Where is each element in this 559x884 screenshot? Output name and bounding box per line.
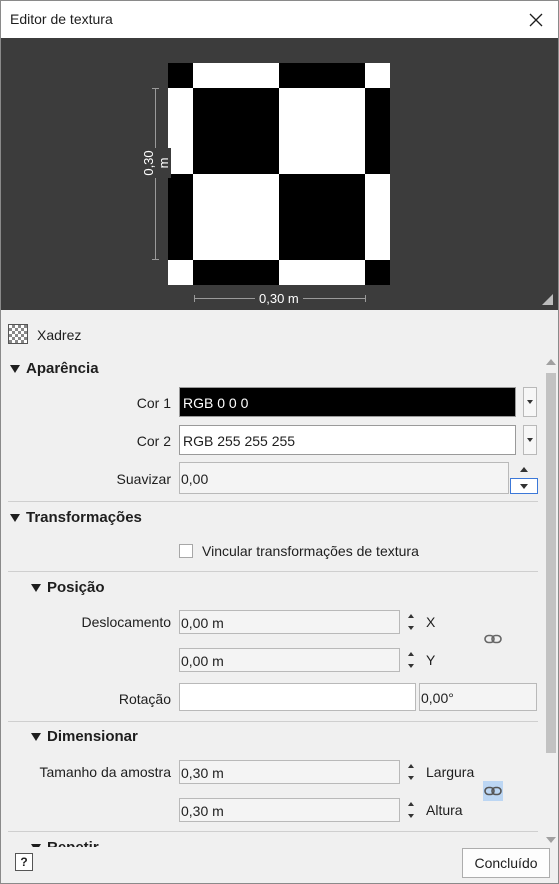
window-title: Editor de textura (10, 11, 113, 27)
arrow-up-icon (408, 614, 414, 618)
color2-dropdown-button[interactable] (523, 425, 537, 455)
properties-panel: Aparência Cor 1 RGB 0 0 0 Cor 2 RGB 255 … (1, 355, 542, 847)
close-icon[interactable] (521, 5, 551, 35)
collapse-triangle-icon (10, 364, 20, 373)
stepper-up-button[interactable] (402, 648, 420, 660)
stepper-down-button[interactable] (402, 810, 420, 822)
stepper-up-button[interactable] (402, 798, 420, 810)
sample-size-label: Tamanho da amostra (39, 764, 171, 780)
height-axis-label: Altura (426, 802, 463, 818)
sample-height-stepper[interactable] (402, 798, 420, 822)
texture-type-row: Xadrez (1, 311, 558, 355)
color1-dropdown-button[interactable] (523, 387, 537, 417)
rotation-label: Rotação (118, 691, 171, 707)
sample-width-input[interactable]: 0,30 m (179, 760, 400, 784)
axis-y-label: Y (426, 652, 436, 668)
rotation-input[interactable]: 0,00° (419, 683, 537, 711)
resize-grip-icon[interactable] (542, 294, 553, 305)
offset-y-input[interactable]: 0,00 m (179, 648, 400, 672)
scrollbar-thumb[interactable] (546, 373, 556, 753)
collapse-triangle-icon (10, 513, 20, 522)
offset-x-stepper[interactable] (402, 610, 420, 634)
smooth-label: Suavizar (116, 471, 171, 487)
stepper-down-button[interactable] (402, 622, 420, 634)
stepper-down-button[interactable] (402, 660, 420, 672)
offset-x-input[interactable]: 0,00 m (179, 610, 400, 634)
divider (8, 831, 538, 832)
smooth-input[interactable]: 0,00 (179, 462, 509, 494)
section-transforms[interactable]: Transformações (10, 509, 142, 526)
link-transforms-label: Vincular transformações de textura (202, 543, 419, 559)
axis-x-label: X (426, 614, 436, 630)
chevron-down-icon (527, 438, 533, 442)
color2-field[interactable]: RGB 255 255 255 (179, 425, 516, 455)
arrow-up-icon (408, 764, 414, 768)
arrow-down-icon (408, 626, 414, 630)
stepper-up-button[interactable] (510, 462, 538, 477)
offset-y-stepper[interactable] (402, 648, 420, 672)
scroll-up-icon[interactable] (546, 359, 556, 365)
chevron-down-icon (527, 400, 533, 404)
section-appearance[interactable]: Aparência (10, 360, 99, 377)
collapse-triangle-icon (31, 732, 41, 741)
section-scale[interactable]: Dimensionar (31, 728, 138, 745)
sample-height-input[interactable]: 0,30 m (179, 798, 400, 822)
height-dimension-label: 0,30 m (141, 148, 171, 178)
stepper-up-button[interactable] (402, 760, 420, 772)
checkbox-box[interactable] (179, 544, 193, 558)
section-repeat[interactable]: Repetir (31, 839, 99, 847)
section-position-label: Posição (47, 579, 105, 596)
color1-field[interactable]: RGB 0 0 0 (179, 387, 516, 417)
checker-preview-image (168, 63, 390, 285)
arrow-down-icon (408, 814, 414, 818)
divider (8, 571, 538, 572)
chain-link-icon[interactable] (483, 629, 503, 649)
footer: ? Concluído (1, 847, 558, 883)
divider (8, 501, 538, 502)
offset-label: Deslocamento (81, 614, 172, 630)
section-repeat-label: Repetir (47, 839, 99, 847)
color2-label: Cor 2 (136, 433, 171, 449)
link-transforms-checkbox[interactable]: Vincular transformações de textura (179, 543, 419, 559)
texture-preview: 0,30 m 0,30 m (1, 38, 558, 310)
divider (8, 721, 538, 722)
color1-label: Cor 1 (136, 395, 171, 411)
checker-pattern-icon (8, 324, 28, 344)
title-bar: Editor de textura (1, 1, 558, 38)
arrow-up-icon (408, 652, 414, 656)
section-appearance-label: Aparência (26, 360, 99, 377)
texture-name: Xadrez (37, 327, 82, 343)
panel-scrollbar[interactable] (544, 355, 558, 847)
width-dimension-label: 0,30 m (255, 291, 303, 306)
arrow-down-icon (408, 776, 414, 780)
rotation-slider-track[interactable] (179, 683, 416, 711)
arrow-up-icon (408, 802, 414, 806)
section-scale-label: Dimensionar (47, 728, 138, 745)
done-button[interactable]: Concluído (462, 848, 550, 878)
color1-value: RGB 0 0 0 (183, 395, 249, 411)
stepper-up-button[interactable] (402, 610, 420, 622)
collapse-triangle-icon (31, 583, 41, 592)
help-icon[interactable]: ? (15, 853, 33, 871)
width-axis-label: Largura (426, 764, 475, 780)
smooth-stepper[interactable] (510, 462, 538, 494)
stepper-down-button[interactable] (510, 478, 538, 494)
scroll-down-icon[interactable] (546, 837, 556, 843)
sample-width-stepper[interactable] (402, 760, 420, 784)
color2-value: RGB 255 255 255 (183, 433, 296, 449)
section-position[interactable]: Posição (31, 579, 105, 596)
texture-editor-window: Editor de textura 0,30 m 0,30 m Xadrez A… (0, 0, 559, 884)
arrow-down-icon (408, 664, 414, 668)
section-transforms-label: Transformações (26, 509, 142, 526)
chain-link-icon[interactable] (483, 781, 503, 801)
stepper-down-button[interactable] (402, 772, 420, 784)
